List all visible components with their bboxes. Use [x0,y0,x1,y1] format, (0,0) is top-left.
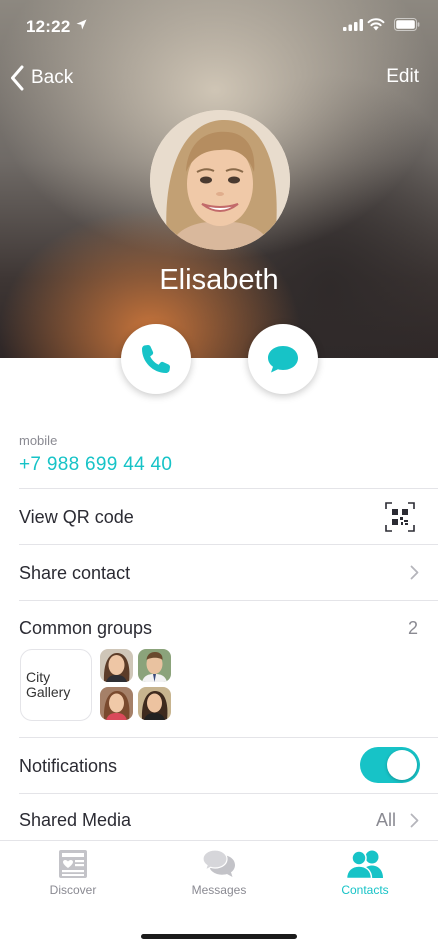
messages-icon [202,849,235,877]
share-contact-row[interactable]: Share contact [0,545,438,600]
back-label: Back [31,67,74,88]
phone-type-label: mobile [19,433,58,448]
share-contact-label: Share contact [19,563,131,583]
member-avatar [138,649,171,682]
chat-bubble-icon [268,346,298,373]
qr-code-icon [385,502,415,532]
member-avatar [100,687,133,720]
wifi-icon [367,18,385,31]
call-button[interactable] [121,324,191,394]
notifications-label: Notifications [19,756,118,776]
member-avatar [100,649,133,682]
common-groups-label: Common groups [19,618,153,638]
phone-icon [142,345,170,373]
phone-number-link[interactable]: +7 988 699 44 40 [19,454,172,476]
shared-media-label: Shared Media [19,810,132,830]
view-qr-code-row[interactable]: View QR code [0,489,438,544]
tab-discover-label: Discover [49,883,97,897]
group-city-gallery-label: City Gallery [26,669,71,700]
shared-media-row[interactable]: Shared Media All [0,794,438,840]
back-button[interactable]: Back [10,63,73,93]
chevron-right-icon [410,565,419,580]
message-button[interactable] [248,324,318,394]
battery-icon [394,18,420,31]
shared-media-filter: All [375,810,396,830]
tab-messages[interactable]: Messages [146,841,292,903]
toggle-knob [387,750,417,780]
tab-bar: Discover Messages Contacts [0,840,438,948]
discover-icon [59,850,87,878]
divider [19,737,438,738]
location-arrow-icon [76,19,87,30]
avatar-photo [150,110,290,250]
tab-discover[interactable]: Discover [0,841,146,903]
chevron-right-icon [410,813,419,828]
tab-contacts[interactable]: Contacts [292,841,438,903]
view-qr-code-label: View QR code [19,507,134,527]
contact-avatar [150,110,290,250]
chevron-left-icon [11,65,24,91]
edit-button[interactable]: Edit [386,66,419,88]
member-avatar [138,687,171,720]
notifications-toggle[interactable] [360,747,420,783]
cellular-signal-icon [343,19,363,31]
status-time: 12:22 [26,17,71,36]
tab-contacts-label: Contacts [341,883,389,897]
group-members-avatars[interactable] [100,649,172,721]
common-groups-count: 2 [407,618,418,638]
status-bar: 12:22 [0,0,438,52]
tab-messages-label: Messages [191,883,247,897]
group-city-gallery[interactable]: City Gallery [20,649,92,721]
contact-header: 12:22 Back Edit Elisabeth [0,0,438,358]
contacts-icon [345,850,383,879]
divider [19,600,438,601]
contact-name: Elisabeth [159,264,279,296]
home-indicator [141,934,297,939]
